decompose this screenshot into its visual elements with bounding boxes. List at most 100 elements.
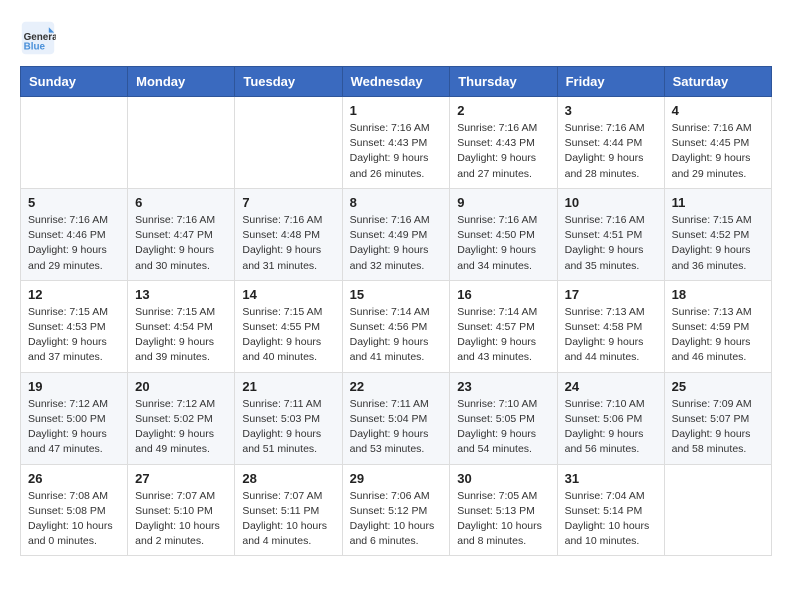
day-number: 7 xyxy=(242,195,334,210)
day-info: Sunrise: 7:16 AM Sunset: 4:45 PM Dayligh… xyxy=(672,121,764,182)
day-number: 21 xyxy=(242,379,334,394)
day-number: 10 xyxy=(565,195,657,210)
day-number: 13 xyxy=(135,287,227,302)
week-row-5: 26 Sunrise: 7:08 AM Sunset: 5:08 PM Dayli… xyxy=(21,464,772,556)
day-info: Sunrise: 7:11 AM Sunset: 5:04 PM Dayligh… xyxy=(350,397,443,458)
day-info: Sunrise: 7:08 AM Sunset: 5:08 PM Dayligh… xyxy=(28,489,120,550)
day-number: 22 xyxy=(350,379,443,394)
day-header-tuesday: Tuesday xyxy=(235,67,342,97)
day-number: 25 xyxy=(672,379,764,394)
day-info: Sunrise: 7:16 AM Sunset: 4:51 PM Dayligh… xyxy=(565,213,657,274)
day-number: 31 xyxy=(565,471,657,486)
calendar-table: SundayMondayTuesdayWednesdayThursdayFrid… xyxy=(20,66,772,556)
day-number: 16 xyxy=(457,287,549,302)
calendar-cell: 8 Sunrise: 7:16 AM Sunset: 4:49 PM Daylig… xyxy=(342,188,450,280)
calendar-cell: 18Sunrise: 7:13 AM Sunset: 4:59 PM Dayli… xyxy=(664,280,771,372)
calendar-cell: 27 Sunrise: 7:07 AM Sunset: 5:10 PM Dayli… xyxy=(128,464,235,556)
calendar-cell: 10 Sunrise: 7:16 AM Sunset: 4:51 PM Dayli… xyxy=(557,188,664,280)
calendar-cell: 13 Sunrise: 7:15 AM Sunset: 4:54 PM Dayli… xyxy=(128,280,235,372)
day-number: 15 xyxy=(350,287,443,302)
day-number: 29 xyxy=(350,471,443,486)
day-number: 6 xyxy=(135,195,227,210)
calendar-cell: 16 Sunrise: 7:14 AM Sunset: 4:57 PM Dayli… xyxy=(450,280,557,372)
day-info: Sunrise: 7:16 AM Sunset: 4:50 PM Dayligh… xyxy=(457,213,549,274)
day-info: Sunrise: 7:09 AM Sunset: 5:07 PM Dayligh… xyxy=(672,397,764,458)
day-number: 3 xyxy=(565,103,657,118)
day-number: 26 xyxy=(28,471,120,486)
day-info: Sunrise: 7:12 AM Sunset: 5:00 PM Dayligh… xyxy=(28,397,120,458)
calendar-cell: 11 Sunrise: 7:15 AM Sunset: 4:52 PM Dayli… xyxy=(664,188,771,280)
day-info: Sunrise: 7:10 AM Sunset: 5:06 PM Dayligh… xyxy=(565,397,657,458)
calendar-cell: 29 Sunrise: 7:06 AM Sunset: 5:12 PM Dayli… xyxy=(342,464,450,556)
day-info: Sunrise: 7:15 AM Sunset: 4:54 PM Dayligh… xyxy=(135,305,227,366)
calendar-cell: 5Sunrise: 7:16 AM Sunset: 4:46 PM Daylig… xyxy=(21,188,128,280)
day-info: Sunrise: 7:05 AM Sunset: 5:13 PM Dayligh… xyxy=(457,489,549,550)
day-number: 8 xyxy=(350,195,443,210)
calendar-cell xyxy=(128,97,235,189)
day-info: Sunrise: 7:14 AM Sunset: 4:57 PM Dayligh… xyxy=(457,305,549,366)
page-header: General Blue xyxy=(20,20,772,56)
day-info: Sunrise: 7:04 AM Sunset: 5:14 PM Dayligh… xyxy=(565,489,657,550)
calendar-cell: 30 Sunrise: 7:05 AM Sunset: 5:13 PM Dayli… xyxy=(450,464,557,556)
calendar-cell: 12 Sunrise: 7:15 AM Sunset: 4:53 PM Dayli… xyxy=(21,280,128,372)
day-number: 17 xyxy=(565,287,657,302)
day-number: 19 xyxy=(28,379,120,394)
day-info: Sunrise: 7:11 AM Sunset: 5:03 PM Dayligh… xyxy=(242,397,334,458)
week-row-1: 1 Sunrise: 7:16 AM Sunset: 4:43 PM Daylig… xyxy=(21,97,772,189)
calendar-cell: 25 Sunrise: 7:09 AM Sunset: 5:07 PM Dayli… xyxy=(664,372,771,464)
calendar-cell: 9 Sunrise: 7:16 AM Sunset: 4:50 PM Daylig… xyxy=(450,188,557,280)
calendar-cell: 4Sunrise: 7:16 AM Sunset: 4:45 PM Daylig… xyxy=(664,97,771,189)
day-number: 2 xyxy=(457,103,549,118)
calendar-cell: 20 Sunrise: 7:12 AM Sunset: 5:02 PM Dayli… xyxy=(128,372,235,464)
calendar-cell: 24Sunrise: 7:10 AM Sunset: 5:06 PM Dayli… xyxy=(557,372,664,464)
day-info: Sunrise: 7:13 AM Sunset: 4:59 PM Dayligh… xyxy=(672,305,764,366)
day-header-sunday: Sunday xyxy=(21,67,128,97)
day-info: Sunrise: 7:15 AM Sunset: 4:53 PM Dayligh… xyxy=(28,305,120,366)
day-number: 1 xyxy=(350,103,443,118)
day-number: 11 xyxy=(672,195,764,210)
day-info: Sunrise: 7:13 AM Sunset: 4:58 PM Dayligh… xyxy=(565,305,657,366)
week-row-4: 19 Sunrise: 7:12 AM Sunset: 5:00 PM Dayli… xyxy=(21,372,772,464)
day-number: 14 xyxy=(242,287,334,302)
week-row-2: 5Sunrise: 7:16 AM Sunset: 4:46 PM Daylig… xyxy=(21,188,772,280)
day-info: Sunrise: 7:12 AM Sunset: 5:02 PM Dayligh… xyxy=(135,397,227,458)
day-number: 27 xyxy=(135,471,227,486)
day-info: Sunrise: 7:16 AM Sunset: 4:49 PM Dayligh… xyxy=(350,213,443,274)
day-header-monday: Monday xyxy=(128,67,235,97)
day-info: Sunrise: 7:15 AM Sunset: 4:55 PM Dayligh… xyxy=(242,305,334,366)
calendar-cell xyxy=(21,97,128,189)
day-info: Sunrise: 7:06 AM Sunset: 5:12 PM Dayligh… xyxy=(350,489,443,550)
day-header-friday: Friday xyxy=(557,67,664,97)
calendar-cell: 19 Sunrise: 7:12 AM Sunset: 5:00 PM Dayli… xyxy=(21,372,128,464)
calendar-cell: 31 Sunrise: 7:04 AM Sunset: 5:14 PM Dayli… xyxy=(557,464,664,556)
day-info: Sunrise: 7:15 AM Sunset: 4:52 PM Dayligh… xyxy=(672,213,764,274)
calendar-cell: 1Sunrise: 7:16 AM Sunset: 4:43 PM Daylig… xyxy=(342,97,450,189)
calendar-cell: 21 Sunrise: 7:11 AM Sunset: 5:03 PM Dayli… xyxy=(235,372,342,464)
calendar-cell: 14 Sunrise: 7:15 AM Sunset: 4:55 PM Dayli… xyxy=(235,280,342,372)
day-number: 23 xyxy=(457,379,549,394)
calendar-cell xyxy=(664,464,771,556)
svg-text:Blue: Blue xyxy=(24,42,46,53)
day-number: 28 xyxy=(242,471,334,486)
day-number: 12 xyxy=(28,287,120,302)
day-info: Sunrise: 7:16 AM Sunset: 4:47 PM Dayligh… xyxy=(135,213,227,274)
day-info: Sunrise: 7:14 AM Sunset: 4:56 PM Dayligh… xyxy=(350,305,443,366)
calendar-cell xyxy=(235,97,342,189)
day-info: Sunrise: 7:07 AM Sunset: 5:10 PM Dayligh… xyxy=(135,489,227,550)
calendar-header-row: SundayMondayTuesdayWednesdayThursdayFrid… xyxy=(21,67,772,97)
week-row-3: 12 Sunrise: 7:15 AM Sunset: 4:53 PM Dayli… xyxy=(21,280,772,372)
day-header-thursday: Thursday xyxy=(450,67,557,97)
day-number: 9 xyxy=(457,195,549,210)
day-info: Sunrise: 7:16 AM Sunset: 4:48 PM Dayligh… xyxy=(242,213,334,274)
day-header-wednesday: Wednesday xyxy=(342,67,450,97)
day-number: 20 xyxy=(135,379,227,394)
day-number: 30 xyxy=(457,471,549,486)
calendar-cell: 3Sunrise: 7:16 AM Sunset: 4:44 PM Daylig… xyxy=(557,97,664,189)
day-number: 5 xyxy=(28,195,120,210)
calendar-cell: 6 Sunrise: 7:16 AM Sunset: 4:47 PM Daylig… xyxy=(128,188,235,280)
calendar-cell: 22 Sunrise: 7:11 AM Sunset: 5:04 PM Dayli… xyxy=(342,372,450,464)
day-info: Sunrise: 7:10 AM Sunset: 5:05 PM Dayligh… xyxy=(457,397,549,458)
day-header-saturday: Saturday xyxy=(664,67,771,97)
day-info: Sunrise: 7:16 AM Sunset: 4:43 PM Dayligh… xyxy=(457,121,549,182)
calendar-cell: 7 Sunrise: 7:16 AM Sunset: 4:48 PM Daylig… xyxy=(235,188,342,280)
